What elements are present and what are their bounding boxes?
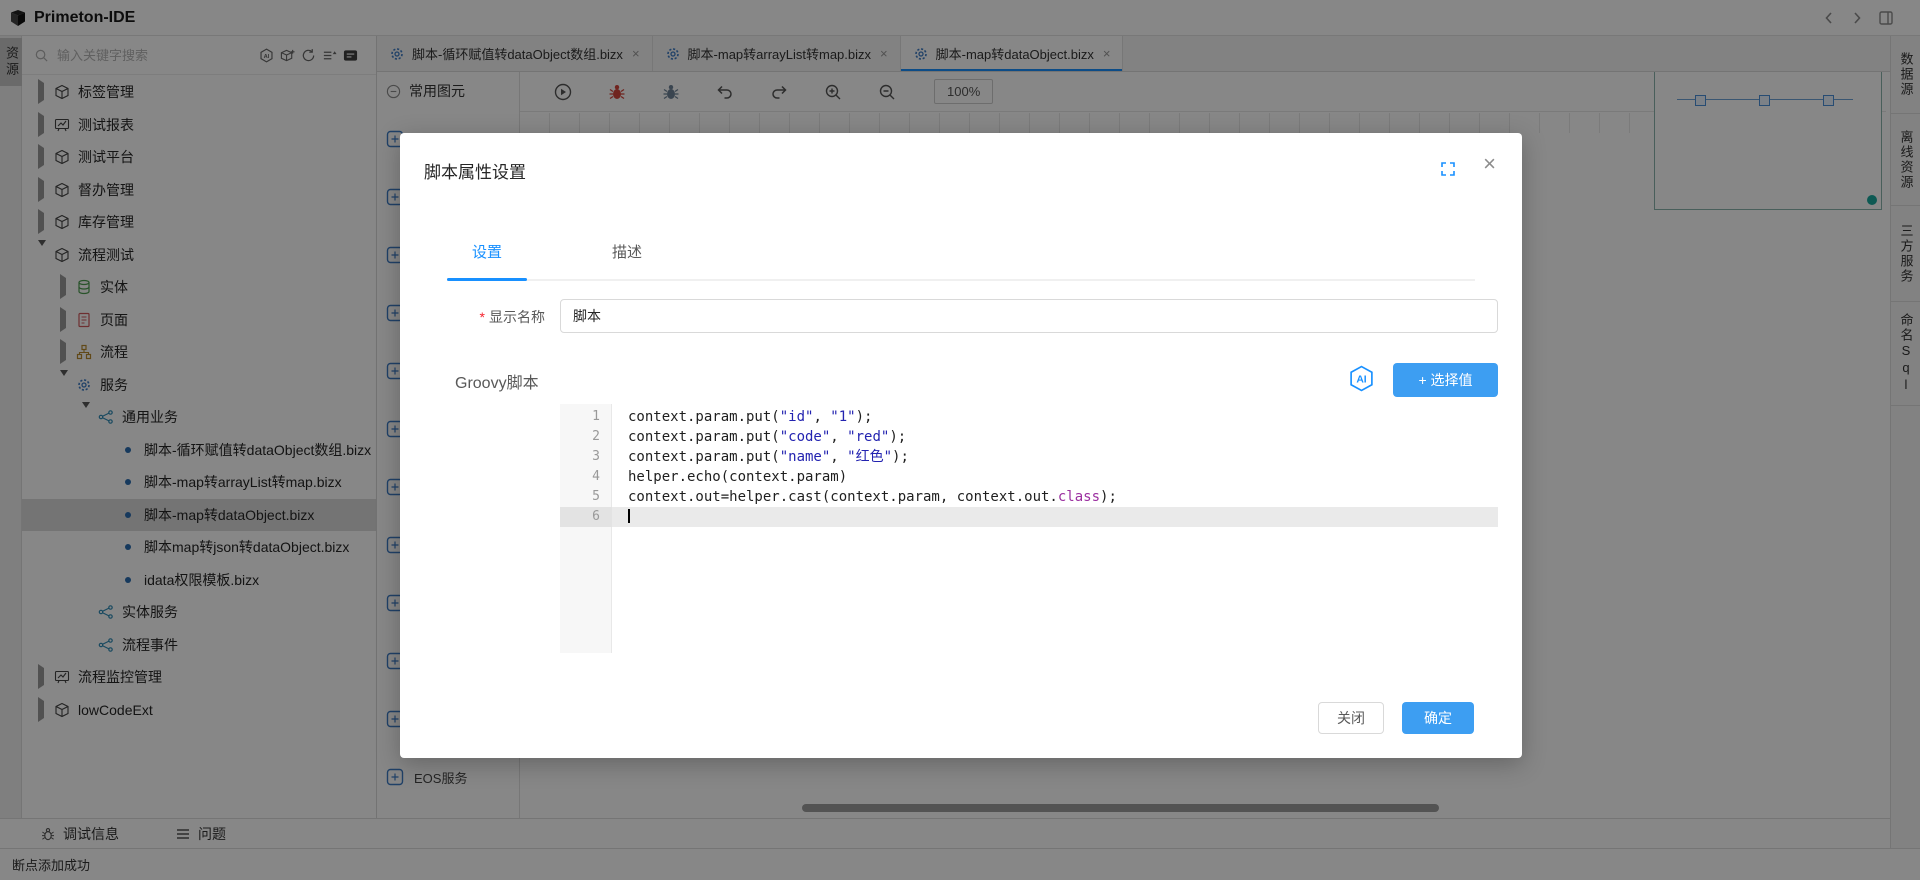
ok-button[interactable]: 确定: [1402, 702, 1474, 734]
display-name-label: *显示名称: [400, 307, 545, 327]
fullscreen-icon[interactable]: [1440, 161, 1456, 177]
line-number: 6: [560, 507, 612, 527]
ai-generate-icon[interactable]: AI: [1348, 365, 1375, 392]
code-text: helper.echo(context.param): [612, 467, 1498, 487]
active-tab-indicator: [447, 278, 527, 281]
tab-settings[interactable]: 设置: [447, 241, 527, 280]
app-window: Primeton-IDE 资源 AI 标签管理测试报表测试平台督办管理库存管理流…: [0, 0, 1920, 880]
select-value-button[interactable]: + 选择值: [1393, 363, 1498, 397]
line-number: 1: [560, 407, 612, 427]
line-number: 3: [560, 447, 612, 467]
groovy-script-label: Groovy脚本: [455, 369, 539, 393]
dialog-title: 脚本属性设置: [424, 158, 526, 183]
code-text: context.out=helper.cast(context.param, c…: [612, 487, 1498, 507]
text-cursor: [628, 509, 630, 523]
required-asterisk: *: [480, 309, 485, 325]
close-icon[interactable]: ×: [1483, 153, 1496, 175]
code-line[interactable]: 1context.param.put("id", "1");: [560, 407, 1498, 427]
line-number: 4: [560, 467, 612, 487]
tabs-divider: [447, 279, 1475, 281]
dialog-tabs: 设置 描述: [447, 241, 667, 280]
code-line[interactable]: 3context.param.put("name", "红色");: [560, 447, 1498, 467]
groovy-code-editor[interactable]: 1context.param.put("id", "1");2context.p…: [560, 404, 1498, 653]
line-number: 5: [560, 487, 612, 507]
code-text: context.param.put("id", "1");: [612, 407, 1498, 427]
display-name-input[interactable]: [560, 299, 1498, 333]
close-button[interactable]: 关闭: [1318, 702, 1384, 734]
code-text: [612, 507, 1498, 527]
code-line[interactable]: 4helper.echo(context.param): [560, 467, 1498, 487]
tab-description[interactable]: 描述: [587, 241, 667, 280]
svg-text:AI: AI: [1356, 375, 1366, 386]
code-text: context.param.put("code", "red");: [612, 427, 1498, 447]
code-line[interactable]: 6: [560, 507, 1498, 527]
code-line[interactable]: 5context.out=helper.cast(context.param, …: [560, 487, 1498, 507]
code-line[interactable]: 2context.param.put("code", "red");: [560, 427, 1498, 447]
code-text: context.param.put("name", "红色");: [612, 447, 1498, 467]
script-properties-dialog: 脚本属性设置 × 设置 描述 *显示名称 Groovy脚本 AI + 选择值 1…: [400, 133, 1522, 758]
line-number: 2: [560, 427, 612, 447]
